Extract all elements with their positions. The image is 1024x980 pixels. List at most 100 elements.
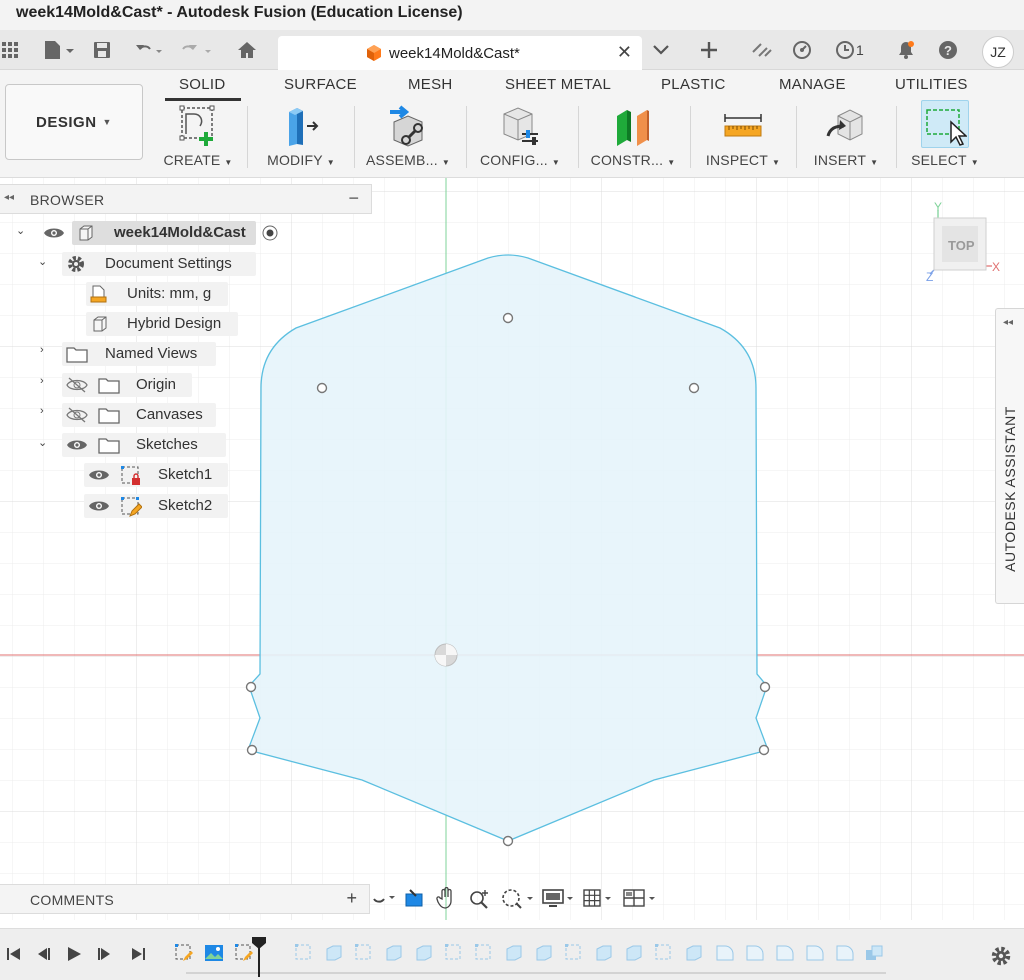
origin-point[interactable]: [434, 643, 458, 667]
online-status-icon[interactable]: [790, 38, 814, 62]
timeline-combine-icon[interactable]: [864, 943, 884, 963]
tab-list-chevron-icon[interactable]: [650, 38, 672, 62]
redo-icon[interactable]: [178, 38, 214, 62]
close-tab-icon[interactable]: ✕: [617, 42, 632, 63]
visibility-eye-icon[interactable]: [66, 437, 88, 453]
hidden-eye-icon[interactable]: [66, 377, 88, 393]
visibility-eye-icon[interactable]: [43, 225, 65, 241]
viewports-icon[interactable]: [622, 886, 658, 910]
browser-item-sketches[interactable]: ⌄ Sketches: [0, 432, 230, 458]
display-settings-icon[interactable]: [542, 886, 576, 910]
browser-item-units[interactable]: Units: mm, g: [0, 281, 230, 307]
tab-manage[interactable]: MANAGE: [779, 76, 846, 93]
viewcube-top-face[interactable]: TOP: [948, 238, 975, 253]
timeline-extrude-icon[interactable]: [414, 943, 434, 963]
user-avatar[interactable]: JZ: [982, 36, 1014, 68]
step-back-icon[interactable]: [36, 946, 52, 967]
tab-solid[interactable]: SOLID: [179, 76, 226, 93]
viewcube[interactable]: Y X Z TOP: [920, 200, 1010, 292]
go-to-end-icon[interactable]: [130, 946, 146, 967]
look-at-icon[interactable]: [404, 886, 426, 910]
timeline-extrude-icon[interactable]: [384, 943, 404, 963]
new-tab-icon[interactable]: [698, 38, 720, 62]
construct-tool[interactable]: CONSTR... ▼: [578, 102, 688, 174]
workspace-switcher-button[interactable]: DESIGN ▼: [5, 84, 143, 160]
extensions-icon[interactable]: [750, 38, 774, 62]
undo-icon[interactable]: [134, 38, 164, 62]
timeline-sketch-icon[interactable]: [654, 943, 674, 963]
timeline-sketch-icon[interactable]: [444, 943, 464, 963]
timeline-fillet-icon[interactable]: [714, 943, 734, 963]
timeline-extrude-icon[interactable]: [534, 943, 554, 963]
comments-panel-header[interactable]: COMMENTS +: [0, 884, 370, 914]
collapse-panel-icon[interactable]: ◂◂: [4, 192, 14, 203]
timeline-extrude-icon[interactable]: [594, 943, 614, 963]
chevron-right-icon[interactable]: ›: [40, 375, 44, 387]
visibility-eye-icon[interactable]: [88, 498, 110, 514]
save-icon[interactable]: [92, 38, 112, 62]
minimize-icon[interactable]: −: [348, 188, 359, 209]
zoom-icon[interactable]: [468, 886, 492, 910]
play-icon[interactable]: [66, 946, 82, 967]
tab-document[interactable]: week14Mold&Cast* ✕: [278, 36, 642, 70]
timeline-sketch-icon[interactable]: [234, 943, 254, 963]
timeline-fillet-icon[interactable]: [834, 943, 854, 963]
timeline-marker[interactable]: [252, 937, 266, 977]
add-comment-icon[interactable]: +: [346, 888, 357, 909]
timeline-canvas-icon[interactable]: [204, 943, 224, 963]
home-icon[interactable]: [234, 38, 260, 62]
visibility-eye-icon[interactable]: [88, 467, 110, 483]
timeline-sketch-icon[interactable]: [564, 943, 584, 963]
tab-surface[interactable]: SURFACE: [284, 76, 357, 93]
browser-item-named-views[interactable]: › Named Views: [0, 341, 220, 367]
chevron-down-icon[interactable]: ⌄: [16, 224, 25, 237]
autodesk-assistant-panel[interactable]: ◂◂ AUTODESK ASSISTANT: [995, 308, 1024, 604]
sketch-profile[interactable]: [247, 254, 769, 842]
help-icon[interactable]: ?: [936, 38, 960, 62]
job-status-icon[interactable]: [834, 38, 856, 62]
timeline-settings-gear-icon[interactable]: [990, 945, 1012, 967]
create-tool[interactable]: CREATE ▼: [143, 102, 253, 174]
tab-plastic[interactable]: PLASTIC: [661, 76, 726, 93]
timeline-sketch-icon[interactable]: [354, 943, 374, 963]
timeline-sketch-icon[interactable]: [174, 943, 194, 963]
chevron-down-icon[interactable]: ⌄: [38, 255, 47, 268]
go-to-start-icon[interactable]: [6, 946, 22, 967]
fit-window-icon[interactable]: [500, 886, 536, 910]
app-grid-icon[interactable]: [0, 38, 20, 62]
browser-item-document-settings[interactable]: ⌄ Document Settings: [0, 251, 260, 277]
browser-item-hybrid-design[interactable]: Hybrid Design: [0, 311, 240, 337]
expand-panel-icon[interactable]: ◂◂: [1003, 317, 1013, 328]
timeline-extrude-icon[interactable]: [504, 943, 524, 963]
chevron-down-icon[interactable]: ⌄: [38, 436, 47, 449]
select-tool[interactable]: SELECT ▼: [890, 100, 1000, 174]
modify-tool[interactable]: MODIFY ▼: [246, 102, 356, 174]
browser-item-root[interactable]: ⌄ week14Mold&Cast: [0, 220, 290, 246]
activate-radio-icon[interactable]: [262, 225, 278, 241]
browser-item-canvases[interactable]: › Canvases: [0, 402, 220, 428]
orbit-icon[interactable]: [372, 886, 396, 910]
timeline-fillet-icon[interactable]: [804, 943, 824, 963]
timeline-extrude-icon[interactable]: [324, 943, 344, 963]
tab-utilities[interactable]: UTILITIES: [895, 76, 968, 93]
chevron-right-icon[interactable]: ›: [40, 344, 44, 356]
timeline-track[interactable]: [186, 970, 886, 976]
pan-hand-icon[interactable]: [436, 886, 456, 910]
tab-sheet-metal[interactable]: SHEET METAL: [505, 76, 611, 93]
browser-item-origin[interactable]: › Origin: [0, 372, 200, 398]
tab-mesh[interactable]: MESH: [408, 76, 453, 93]
timeline-extrude-icon[interactable]: [684, 943, 704, 963]
chevron-right-icon[interactable]: ›: [40, 405, 44, 417]
browser-panel-header[interactable]: ◂◂ BROWSER −: [0, 184, 372, 214]
hidden-eye-icon[interactable]: [66, 407, 88, 423]
notifications-bell-icon[interactable]: [894, 38, 918, 62]
browser-item-sketch2[interactable]: Sketch2: [0, 493, 232, 519]
inspect-tool[interactable]: INSPECT ▼: [688, 102, 798, 174]
timeline-fillet-icon[interactable]: [774, 943, 794, 963]
timeline-sketch-icon[interactable]: [294, 943, 314, 963]
timeline-sketch-icon[interactable]: [474, 943, 494, 963]
assemble-tool[interactable]: ASSEMB... ▼: [353, 102, 463, 174]
grid-snaps-icon[interactable]: [582, 886, 616, 910]
configure-tool[interactable]: CONFIG... ▼: [465, 102, 575, 174]
timeline-fillet-icon[interactable]: [744, 943, 764, 963]
